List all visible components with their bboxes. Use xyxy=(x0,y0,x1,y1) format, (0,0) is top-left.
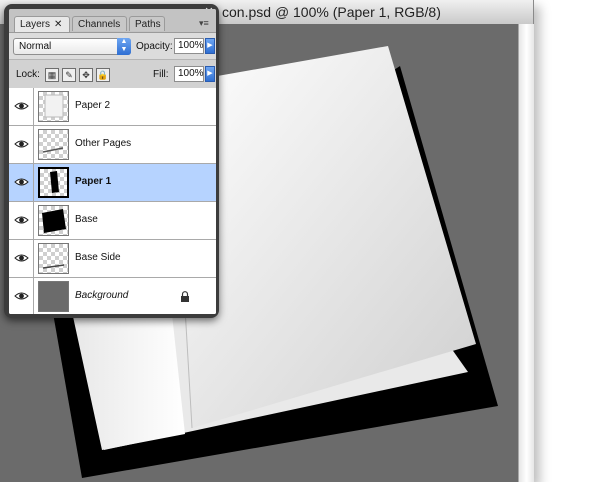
tab-paths-label: Paths xyxy=(135,19,161,30)
tab-paths[interactable]: Paths xyxy=(129,16,165,31)
layer-thumbnail xyxy=(38,205,69,236)
lock-image-icon[interactable]: ✎ xyxy=(62,68,76,82)
fill-label: Fill: xyxy=(153,69,169,80)
layer-row-other-pages[interactable]: Other Pages xyxy=(9,126,216,164)
layer-name: Background xyxy=(75,290,129,301)
eye-icon xyxy=(14,140,29,148)
eye-icon xyxy=(14,102,29,110)
lock-all-icon[interactable]: 🔒 xyxy=(96,68,110,82)
layer-name: Paper 1 xyxy=(75,176,112,187)
layers-list: Paper 2 Other Pages Paper 1 Base Base Si… xyxy=(9,88,216,314)
layer-thumbnail xyxy=(38,167,69,198)
tab-channels[interactable]: Channels xyxy=(72,16,127,31)
layer-name: Base xyxy=(75,214,98,225)
visibility-toggle[interactable] xyxy=(9,278,34,314)
lock-fill-row: Lock: ▦ ✎ ✥ 🔒 Fill: 100% ▶ xyxy=(9,59,216,89)
layer-thumbnail xyxy=(38,243,69,274)
layer-thumbnail xyxy=(38,129,69,160)
panel-menu-icon[interactable]: ▾≡ xyxy=(199,18,209,29)
blend-mode-value: Normal xyxy=(19,41,52,52)
lock-icon xyxy=(181,291,189,302)
opacity-label: Opacity: xyxy=(136,41,173,52)
select-arrows-icon: ▲ ▼ xyxy=(117,38,131,55)
visibility-toggle[interactable] xyxy=(9,164,34,201)
tab-layers[interactable]: Layers ✕ xyxy=(14,16,70,32)
layer-thumbnail xyxy=(38,281,69,312)
visibility-toggle[interactable] xyxy=(9,88,34,125)
eye-icon xyxy=(14,292,29,300)
lock-position-icon[interactable]: ✥ xyxy=(79,68,93,82)
tab-channels-label: Channels xyxy=(78,19,121,30)
opacity-field[interactable]: 100% xyxy=(174,38,204,54)
visibility-toggle[interactable] xyxy=(9,126,34,163)
fill-slider-button[interactable]: ▶ xyxy=(205,66,215,82)
eye-icon xyxy=(14,254,29,262)
fill-field[interactable]: 100% xyxy=(174,66,204,82)
layer-thumbnail xyxy=(38,91,69,122)
opacity-slider-button[interactable]: ▶ xyxy=(205,38,215,54)
blend-options-row: Normal ▲ ▼ Opacity: 100% ▶ xyxy=(9,33,216,59)
tab-close-icon[interactable]: ✕ xyxy=(54,19,62,30)
layer-row-base[interactable]: Base xyxy=(9,202,216,240)
layer-name: Other Pages xyxy=(75,138,132,149)
layers-panel-body: Layers ✕ Channels Paths ▾≡ Normal ▲ ▼ Opac… xyxy=(9,9,216,314)
layers-panel: ✕ Layers✕ Channels Paths ▾≡ Normal ▲▼ Op… xyxy=(4,4,219,318)
vertical-scrollbar[interactable] xyxy=(518,24,534,482)
panel-tabs: Layers ✕ Channels Paths ▾≡ xyxy=(9,9,216,33)
lock-transparent-icon[interactable]: ▦ xyxy=(45,68,59,82)
eye-icon xyxy=(14,178,29,186)
layer-row-base-side[interactable]: Base Side xyxy=(9,240,216,278)
blend-mode-select[interactable]: Normal ▲ ▼ xyxy=(13,38,131,55)
layer-row-background[interactable]: Background xyxy=(9,278,216,314)
layer-row-paper-2[interactable]: Paper 2 xyxy=(9,88,216,126)
layer-name: Paper 2 xyxy=(75,100,111,111)
document-title: con.psd @ 100% (Paper 1, RGB/8) xyxy=(222,4,441,20)
eye-icon xyxy=(14,216,29,224)
visibility-toggle[interactable] xyxy=(9,240,34,277)
layer-row-paper-1[interactable]: Paper 1 xyxy=(9,164,216,202)
visibility-toggle[interactable] xyxy=(9,202,34,239)
layer-name: Base Side xyxy=(75,252,121,263)
tab-layers-label: Layers xyxy=(20,19,51,30)
lock-label: Lock: xyxy=(16,69,40,80)
